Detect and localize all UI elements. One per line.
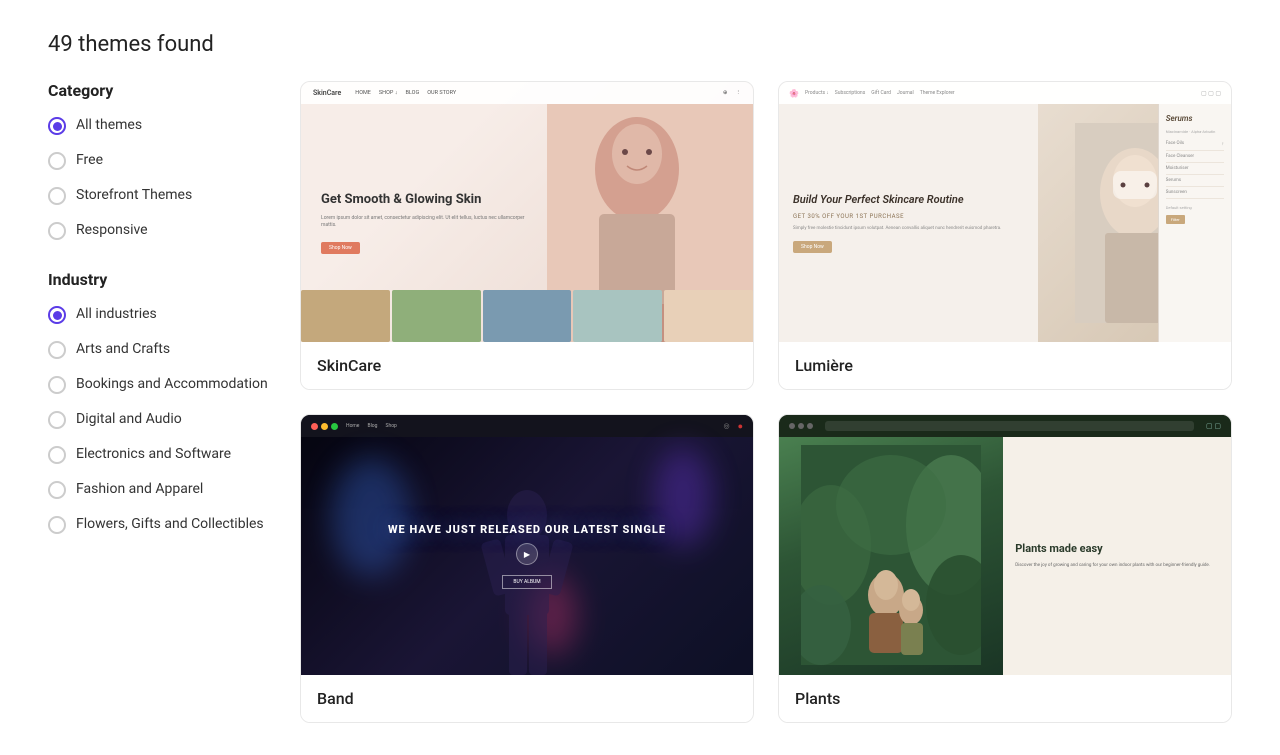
radio-responsive bbox=[48, 222, 66, 240]
filter-responsive-label: Responsive bbox=[76, 221, 148, 239]
plants-image bbox=[779, 437, 1003, 675]
filter-arts-crafts-label: Arts and Crafts bbox=[76, 340, 170, 358]
skincare-footer: SkinCare bbox=[301, 342, 753, 389]
theme-card-plants[interactable]: ▢ ▢ bbox=[778, 414, 1232, 723]
radio-free bbox=[48, 152, 66, 170]
filter-all-industries[interactable]: All industries bbox=[48, 303, 268, 326]
theme-card-band[interactable]: Home Blog Shop ◎ ● bbox=[300, 414, 754, 723]
lumiere-image-side: Serums Niacinamide · Alpha-Arbutin Face … bbox=[1038, 104, 1231, 342]
band-cta: BUY ALBUM bbox=[502, 575, 551, 589]
filter-bookings[interactable]: Bookings and Accommodation bbox=[48, 373, 268, 396]
lumiere-cta: Shop Now bbox=[793, 241, 832, 253]
lumiere-footer: Lumière bbox=[779, 342, 1231, 389]
plants-hero: Plants made easy Discover the joy of gro… bbox=[779, 437, 1231, 675]
band-text: WE HAVE JUST RELEASED OUR LATEST SINGLE … bbox=[388, 523, 666, 589]
skincare-cta: Shop Now bbox=[321, 242, 360, 254]
industry-title: Industry bbox=[48, 270, 268, 289]
filter-electronics-label: Electronics and Software bbox=[76, 445, 231, 463]
lumiere-headline: Build Your Perfect Skincare Routine bbox=[793, 193, 1024, 208]
lumiere-text-side: Build Your Perfect Skincare Routine GET … bbox=[779, 104, 1038, 342]
filter-free[interactable]: Free bbox=[48, 149, 268, 172]
category-section: Category All themes Free Storefront Them… bbox=[48, 81, 268, 242]
radio-flowers bbox=[48, 516, 66, 534]
filter-electronics[interactable]: Electronics and Software bbox=[48, 443, 268, 466]
skincare-headline: Get Smooth & Glowing Skin bbox=[321, 192, 527, 209]
lumiere-name: Lumière bbox=[795, 356, 853, 375]
filter-digital-audio[interactable]: Digital and Audio bbox=[48, 408, 268, 431]
plants-headline: Plants made easy bbox=[1015, 542, 1219, 556]
band-nav: Home Blog Shop ◎ ● bbox=[301, 415, 753, 437]
lumiere-sidebar-panel: Serums Niacinamide · Alpha-Arbutin Face … bbox=[1158, 104, 1231, 342]
filter-arts-crafts[interactable]: Arts and Crafts bbox=[48, 338, 268, 361]
sidebar: Category All themes Free Storefront Them… bbox=[48, 81, 268, 723]
filter-flowers-label: Flowers, Gifts and Collectibles bbox=[76, 515, 264, 533]
radio-fashion bbox=[48, 481, 66, 499]
theme-card-lumiere[interactable]: 🌸 Products ↓ Subscriptions Gift Card Jou… bbox=[778, 81, 1232, 390]
plants-nav: ▢ ▢ bbox=[779, 415, 1231, 437]
radio-digital-audio bbox=[48, 411, 66, 429]
category-title: Category bbox=[48, 81, 268, 100]
theme-card-image-band: Home Blog Shop ◎ ● bbox=[301, 415, 753, 675]
radio-all-industries bbox=[48, 306, 66, 324]
themes-grid-area: SkinCare HOME SHOP ↓ BLOG OUR STORY ⊕ ⋮ bbox=[300, 81, 1232, 723]
skincare-nav: SkinCare HOME SHOP ↓ BLOG OUR STORY ⊕ ⋮ bbox=[301, 82, 753, 104]
themes-grid: SkinCare HOME SHOP ↓ BLOG OUR STORY ⊕ ⋮ bbox=[300, 81, 1232, 723]
theme-card-image-lumiere: 🌸 Products ↓ Subscriptions Gift Card Jou… bbox=[779, 82, 1231, 342]
skincare-name: SkinCare bbox=[317, 356, 381, 375]
filter-free-label: Free bbox=[76, 151, 103, 169]
band-footer: Band bbox=[301, 675, 753, 722]
radio-storefront bbox=[48, 187, 66, 205]
band-name: Band bbox=[317, 689, 354, 708]
plants-text: Plants made easy Discover the joy of gro… bbox=[1003, 437, 1231, 675]
filter-fashion-label: Fashion and Apparel bbox=[76, 480, 203, 498]
industry-section: Industry All industries Arts and Crafts … bbox=[48, 270, 268, 536]
filter-storefront-label: Storefront Themes bbox=[76, 186, 192, 204]
radio-all-themes bbox=[48, 117, 66, 135]
radio-electronics bbox=[48, 446, 66, 464]
lumiere-nav: 🌸 Products ↓ Subscriptions Gift Card Jou… bbox=[779, 82, 1231, 104]
radio-bookings bbox=[48, 376, 66, 394]
results-count: 49 themes found bbox=[48, 32, 1232, 57]
theme-card-image-plants: ▢ ▢ bbox=[779, 415, 1231, 675]
skincare-products bbox=[301, 290, 753, 342]
filter-responsive[interactable]: Responsive bbox=[48, 219, 268, 242]
filter-all-themes-label: All themes bbox=[76, 116, 142, 134]
theme-card-image-skincare: SkinCare HOME SHOP ↓ BLOG OUR STORY ⊕ ⋮ bbox=[301, 82, 753, 342]
filter-storefront-themes[interactable]: Storefront Themes bbox=[48, 184, 268, 207]
filter-all-themes[interactable]: All themes bbox=[48, 114, 268, 137]
filter-digital-audio-label: Digital and Audio bbox=[76, 410, 182, 428]
band-headline: WE HAVE JUST RELEASED OUR LATEST SINGLE bbox=[388, 523, 666, 537]
plants-name: Plants bbox=[795, 689, 840, 708]
band-play-icon: ▶ bbox=[516, 543, 538, 565]
theme-card-skincare[interactable]: SkinCare HOME SHOP ↓ BLOG OUR STORY ⊕ ⋮ bbox=[300, 81, 754, 390]
radio-arts-crafts bbox=[48, 341, 66, 359]
filter-flowers[interactable]: Flowers, Gifts and Collectibles bbox=[48, 513, 268, 536]
filter-fashion[interactable]: Fashion and Apparel bbox=[48, 478, 268, 501]
filter-bookings-label: Bookings and Accommodation bbox=[76, 375, 268, 393]
band-hero: WE HAVE JUST RELEASED OUR LATEST SINGLE … bbox=[301, 437, 753, 675]
plants-footer: Plants bbox=[779, 675, 1231, 722]
lumiere-discount: GET 30% OFF YOUR 1ST PURCHASE bbox=[793, 213, 1024, 220]
filter-all-industries-label: All industries bbox=[76, 305, 157, 323]
